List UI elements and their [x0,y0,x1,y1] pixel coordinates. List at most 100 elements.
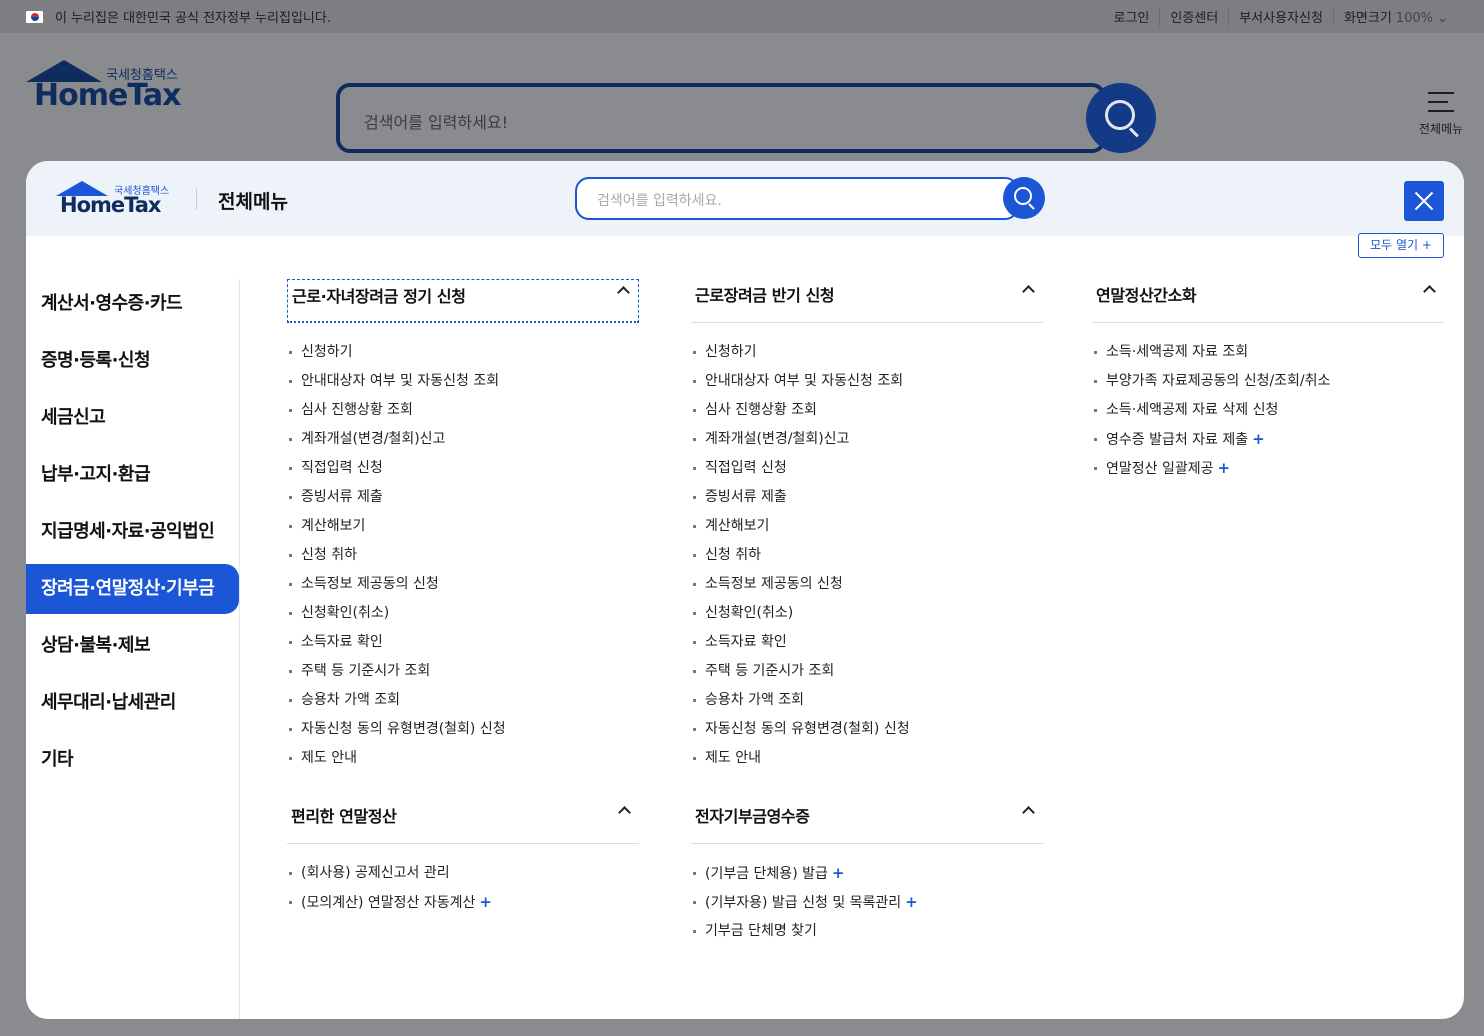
menu-link[interactable]: 기부금 단체명 찾기 [691,922,1043,951]
nav-item-counsel[interactable]: 상담·불복·제보 [26,621,239,671]
section-header[interactable]: 전자기부금영수증 [691,800,1043,844]
menu-link[interactable]: 승용차 가액 조회 [691,691,1043,720]
menu-link[interactable]: 주택 등 기준시가 조회 [691,662,1043,691]
nav-item-certificate[interactable]: 증명·등록·신청 [26,336,239,386]
menu-link[interactable]: (기부금 단체용) 발급 + [691,864,1043,893]
section-header[interactable]: 근로장려금 반기 신청 [691,279,1043,323]
menu-link[interactable]: 소득·세액공제 자료 조회 [1092,343,1444,372]
section-yearend-simplified: 연말정산간소화 소득·세액공제 자료 조회 부양가족 자료제공동의 신청/조회/… [1092,279,1444,488]
menu-link[interactable]: 계산해보기 [691,517,1043,546]
menu-link[interactable]: 심사 진행상황 조회 [287,401,639,430]
chevron-up-icon [618,806,631,819]
dept-user-link[interactable]: 부서사용자신청 [1228,7,1333,26]
menu-link-label: (기부금 단체용) 발급 [705,866,828,882]
login-link[interactable]: 로그인 [1103,7,1159,26]
nav-item-payment[interactable]: 납부·고지·환급 [26,450,239,500]
menu-link[interactable]: 증빙서류 제출 [691,488,1043,517]
zoom-label: 화면크기 [1343,11,1392,26]
nav-item-tax-return[interactable]: 세금신고 [26,393,239,443]
expand-plus-icon[interactable]: + [1218,459,1231,477]
modal-header: 국세청홈택스 HomeTax 전체메뉴 검색어를 입력하세요. [26,161,1464,236]
menu-link[interactable]: 주택 등 기준시가 조회 [287,662,639,691]
logo-english: HomeTax [34,78,182,113]
menu-link[interactable]: 제도 안내 [287,749,639,778]
section-easy-yearend: 편리한 연말정산 (회사용) 공제신고서 관리 (모의계산) 연말정산 자동계산… [287,800,639,922]
zoom-control[interactable]: 화면크기 100% ⌄ [1332,7,1458,26]
menu-link[interactable]: (기부자용) 발급 신청 및 목록관리 + [691,893,1043,922]
all-menu-modal: 국세청홈택스 HomeTax 전체메뉴 검색어를 입력하세요. 모두 열기 + … [26,161,1464,1019]
all-menu-button[interactable]: 전체메뉴 [1410,92,1472,144]
menu-link[interactable]: 신청 취하 [287,546,639,575]
menu-link[interactable]: 신청하기 [691,343,1043,372]
menu-link[interactable]: 소득·세액공제 자료 삭제 신청 [1092,401,1444,430]
menu-link[interactable]: 신청확인(취소) [287,604,639,633]
nav-item-statement[interactable]: 지급명세·자료·공익법인 [26,507,239,557]
menu-link[interactable]: 신청 취하 [691,546,1043,575]
modal-title: 전체메뉴 [218,191,288,213]
menu-search-input[interactable]: 검색어를 입력하세요. [575,177,1019,220]
menu-link[interactable]: 소득정보 제공동의 신청 [691,575,1043,604]
menu-link[interactable]: 영수증 발급처 자료 제출 + [1092,430,1444,459]
section-items: 신청하기 안내대상자 여부 및 자동신청 조회 심사 진행상황 조회 계좌개설(… [287,343,639,778]
menu-link[interactable]: 안내대상자 여부 및 자동신청 조회 [691,372,1043,401]
menu-link-label: (모의계산) 연말정산 자동계산 [301,895,476,911]
menu-link[interactable]: 부양가족 자료제공동의 신청/조회/취소 [1092,372,1444,401]
nav-item-tax-agent[interactable]: 세무대리·납세관리 [26,678,239,728]
expand-plus-icon[interactable]: + [832,864,845,882]
korea-flag-icon [26,10,43,23]
expand-plus-icon[interactable]: + [1252,430,1265,448]
menu-link[interactable]: 계산해보기 [287,517,639,546]
menu-link[interactable]: 자동신청 동의 유형변경(철회) 신청 [691,720,1043,749]
expand-plus-icon[interactable]: + [479,893,492,911]
nav-item-invoice[interactable]: 계산서·영수증·카드 [26,279,239,329]
menu-link[interactable]: 안내대상자 여부 및 자동신청 조회 [287,372,639,401]
menu-link[interactable]: 신청하기 [287,343,639,372]
hamburger-icon [1428,92,1454,112]
section-donation-receipt: 전자기부금영수증 (기부금 단체용) 발급 + (기부자용) 발급 신청 및 목록… [691,800,1043,951]
menu-link[interactable]: 증빙서류 제출 [287,488,639,517]
modal-logo[interactable]: 국세청홈택스 HomeTax [56,181,186,221]
main-search-icon[interactable] [1086,83,1156,153]
menu-link[interactable]: 소득정보 제공동의 신청 [287,575,639,604]
menu-link[interactable]: 직접입력 신청 [691,459,1043,488]
section-items: (기부금 단체용) 발급 + (기부자용) 발급 신청 및 목록관리 + 기부금 단… [691,864,1043,951]
nav-item-incentive[interactable]: 장려금·연말정산·기부금 [26,564,239,614]
menu-link-label: 기부금 단체명 찾기 [705,923,817,939]
open-all-button[interactable]: 모두 열기 + [1358,233,1444,258]
nav-item-etc[interactable]: 기타 [26,735,239,785]
menu-link[interactable]: 연말정산 일괄제공 + [1092,459,1444,488]
menu-link[interactable]: 제도 안내 [691,749,1043,778]
section-title: 근로장려금 반기 신청 [695,286,835,305]
menu-link[interactable]: 계좌개설(변경/철회)신고 [287,430,639,459]
menu-link[interactable]: 직접입력 신청 [287,459,639,488]
menu-link[interactable]: (모의계산) 연말정산 자동계산 + [287,893,639,922]
expand-plus-icon[interactable]: + [905,893,918,911]
section-items: (회사용) 공제신고서 관리 (모의계산) 연말정산 자동계산 + [287,864,639,922]
menu-link[interactable]: (회사용) 공제신고서 관리 [287,864,639,893]
menu-link-label: 소득·세액공제 자료 삭제 신청 [1106,402,1279,418]
category-nav: 계산서·영수증·카드 증명·등록·신청 세금신고 납부·고지·환급 지급명세·자… [26,279,240,1019]
menu-link[interactable]: 자동신청 동의 유형변경(철회) 신청 [287,720,639,749]
chevron-up-icon [1423,285,1436,298]
zoom-value: 100% ⌄ [1395,11,1448,26]
section-header[interactable]: 편리한 연말정산 [287,800,639,844]
all-menu-label: 전체메뉴 [1418,122,1464,136]
menu-link[interactable]: 승용차 가액 조회 [287,691,639,720]
section-title: 편리한 연말정산 [291,807,397,826]
cert-center-link[interactable]: 인증센터 [1159,7,1228,26]
menu-link-label: 부양가족 자료제공동의 신청/조회/취소 [1106,373,1331,389]
section-header[interactable]: 근로·자녀장려금 정기 신청 [287,279,639,323]
menu-link[interactable]: 소득자료 확인 [691,633,1043,662]
menu-link-label: (기부자용) 발급 신청 및 목록관리 [705,895,902,911]
search-icon[interactable] [1003,177,1045,219]
close-icon[interactable] [1404,181,1444,221]
hometax-logo[interactable]: 국세청홈택스 HomeTax [26,60,196,120]
main-search-input[interactable]: 검색어를 입력하세요! [336,83,1106,153]
menu-link[interactable]: 소득자료 확인 [287,633,639,662]
menu-link[interactable]: 심사 진행상황 조회 [691,401,1043,430]
menu-link[interactable]: 계좌개설(변경/철회)신고 [691,430,1043,459]
chevron-up-icon [1022,285,1035,298]
section-title: 전자기부금영수증 [695,807,810,826]
menu-link[interactable]: 신청확인(취소) [691,604,1043,633]
section-header[interactable]: 연말정산간소화 [1092,279,1444,323]
